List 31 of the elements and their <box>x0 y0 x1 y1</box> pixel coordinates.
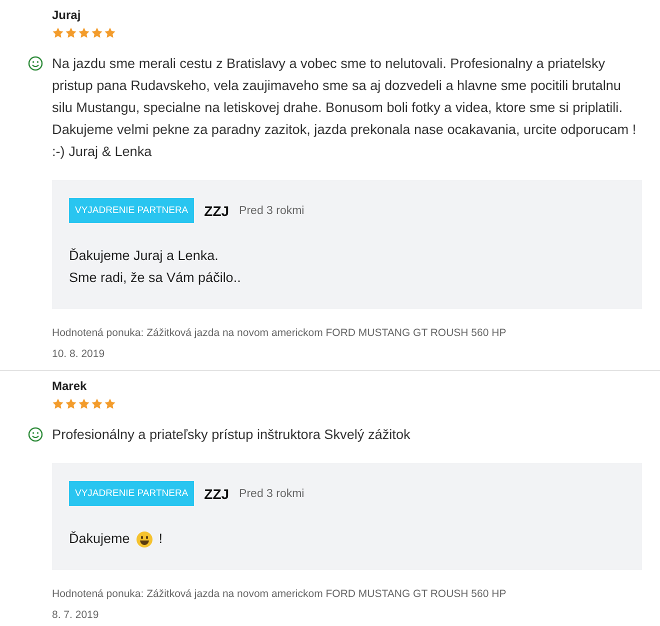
star-icon <box>78 398 90 410</box>
star-icon <box>65 27 77 39</box>
smiley-icon <box>28 56 43 71</box>
reviewer-name: Juraj <box>52 8 81 22</box>
reviewer-name: Marek <box>52 379 87 393</box>
star-icon <box>91 398 103 410</box>
partner-name: ZZJ <box>204 486 230 502</box>
review-text: Na jazdu sme merali cestu z Bratislavy a vobec sme to nelutovali. Profesionalny a priatelsky pristup pana Rudavskeho, vela zaujimaveho sme sa aj dozvedeli a hlavne sme pocitili brutalnu silu Mustangu, specialne na letiskovej drahe. Bonusom boli fotky a videa, ktore sme si priplatili. Dakujeme velmi pekne za paradny zazitok, jazda prekonala nase ocakavania, urcite odporucam ! :-) Juraj & Lenka <box>52 55 638 161</box>
partner-name: ZZJ <box>204 202 230 218</box>
star-icon <box>52 27 64 39</box>
review-date: 8. 7. 2019 <box>52 609 99 621</box>
star-icon <box>52 398 64 410</box>
grinning-face-icon <box>136 530 153 548</box>
rated-offer: Hodnotená ponuka: Zážitková jazda na novom americkom FORD MUSTANG GT ROUSH 560 HP <box>52 588 506 600</box>
smiley-icon <box>28 427 43 442</box>
star-icon <box>104 398 116 410</box>
review-text: Profesionálny a priateľsky prístup inštruktora Skvelý zážitok <box>52 426 412 444</box>
star-icon <box>65 398 77 410</box>
partner-badge: VYJADRENIE PARTNERA <box>69 481 194 506</box>
reply-text: Ďakujeme Juraj a Lenka. <box>69 247 218 265</box>
star-icon <box>91 27 103 39</box>
partner-badge: VYJADRENIE PARTNERA <box>69 198 194 223</box>
reply-time: Pred 3 rokmi <box>239 204 304 216</box>
rated-offer: Hodnotená ponuka: Zážitková jazda na novom americkom FORD MUSTANG GT ROUSH 560 HP <box>52 327 506 339</box>
reply-text: ! <box>158 530 163 548</box>
star-icon <box>78 27 90 39</box>
reply-text: Ďakujeme <box>69 530 130 548</box>
star-icon <box>104 27 116 39</box>
reply-text: Sme radi, že sa Vám páčilo.. <box>69 269 241 287</box>
reply-time: Pred 3 rokmi <box>239 488 304 500</box>
review-date: 10. 8. 2019 <box>52 348 105 360</box>
